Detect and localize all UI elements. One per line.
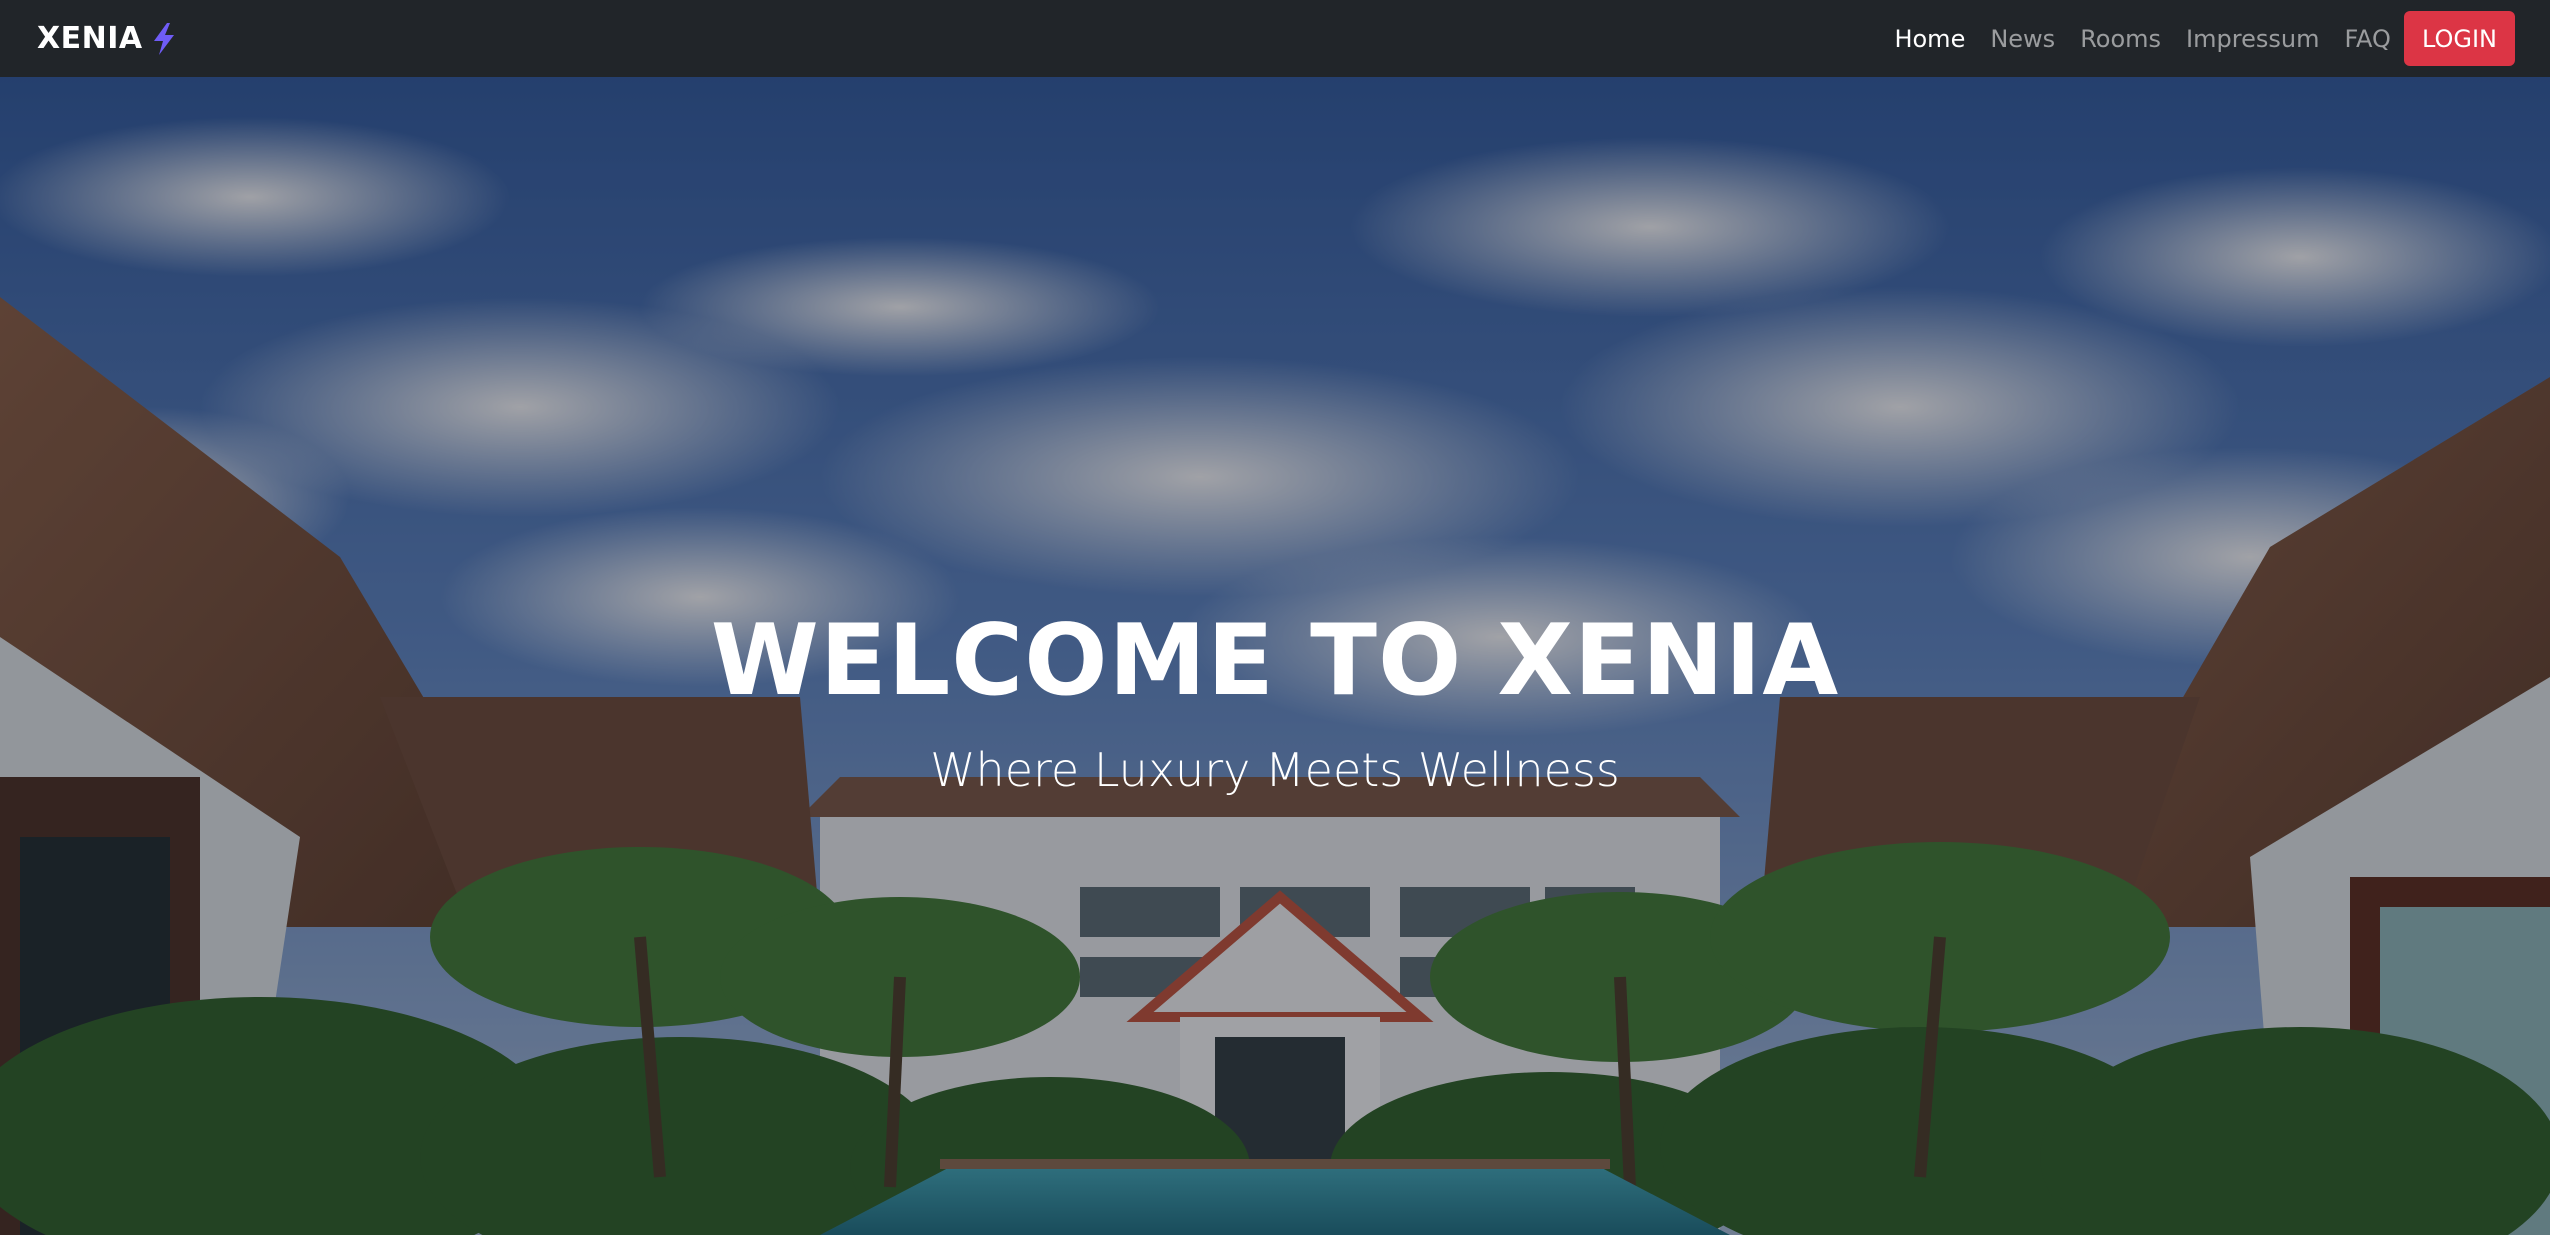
hero-section: WELCOME TO XENIA Where Luxury Meets Well…: [0, 77, 2550, 1235]
login-button[interactable]: LOGIN: [2403, 11, 2515, 66]
nav-link-impressum[interactable]: Impressum: [2186, 25, 2319, 53]
hero-title: WELCOME TO XENIA: [710, 604, 1840, 718]
nav-link-news[interactable]: News: [1990, 25, 2055, 53]
navbar: XENIA Home News Rooms Impressum FAQ LOGI…: [0, 0, 2550, 77]
brand-name: XENIA: [37, 21, 143, 56]
nav-links: Home News Rooms Impressum FAQ LOGIN: [1869, 0, 2515, 77]
nav-link-rooms[interactable]: Rooms: [2080, 25, 2161, 53]
nav-link-home[interactable]: Home: [1894, 25, 1965, 53]
brand-link[interactable]: XENIA: [37, 0, 177, 77]
hero-subtitle: Where Luxury Meets Wellness: [930, 743, 1620, 797]
lightning-bolt-icon: [151, 22, 177, 56]
nav-link-faq[interactable]: FAQ: [2344, 25, 2391, 53]
